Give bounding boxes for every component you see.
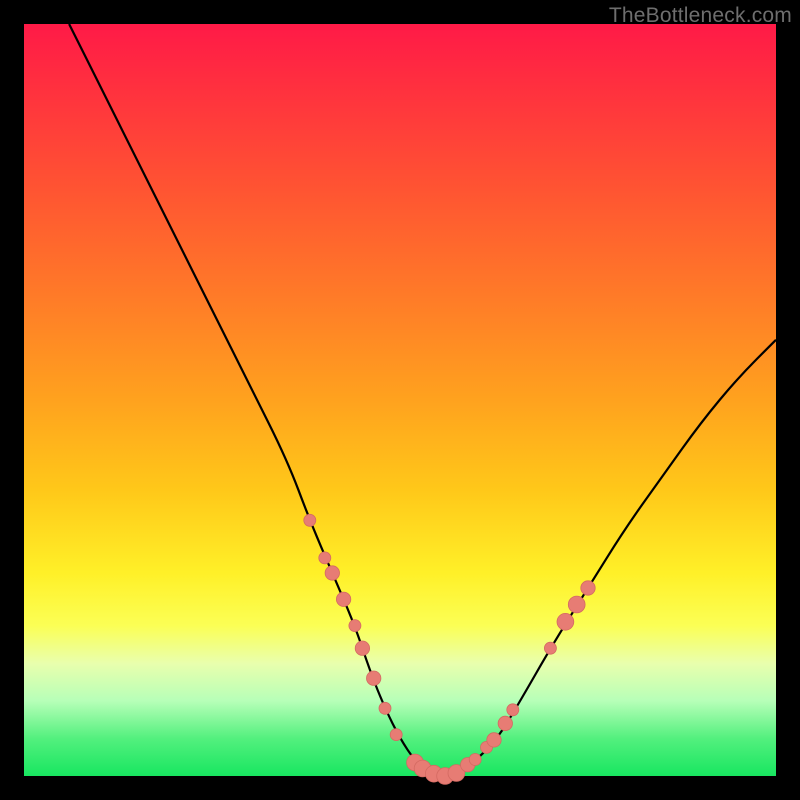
- marker-dot: [304, 514, 316, 526]
- marker-dot: [469, 754, 481, 766]
- curve-svg: [24, 24, 776, 776]
- chart-frame: TheBottleneck.com: [0, 0, 800, 800]
- marker-dot: [349, 620, 361, 632]
- plot-area: [24, 24, 776, 776]
- marker-dot: [336, 592, 350, 606]
- marker-dot: [355, 641, 369, 655]
- marker-dot: [367, 671, 381, 685]
- bottleneck-curve-path: [69, 24, 776, 775]
- marker-dot: [507, 704, 519, 716]
- marker-dot: [557, 613, 574, 630]
- marker-dot: [379, 702, 391, 714]
- marker-dot: [544, 642, 556, 654]
- marker-dot: [319, 552, 331, 564]
- marker-dot: [568, 596, 585, 613]
- marker-dot: [581, 581, 595, 595]
- marker-dot: [325, 566, 339, 580]
- marker-dot: [390, 729, 402, 741]
- marker-dot: [487, 733, 501, 747]
- markers-group: [304, 514, 595, 784]
- watermark-text: TheBottleneck.com: [609, 4, 792, 28]
- marker-dot: [498, 716, 512, 730]
